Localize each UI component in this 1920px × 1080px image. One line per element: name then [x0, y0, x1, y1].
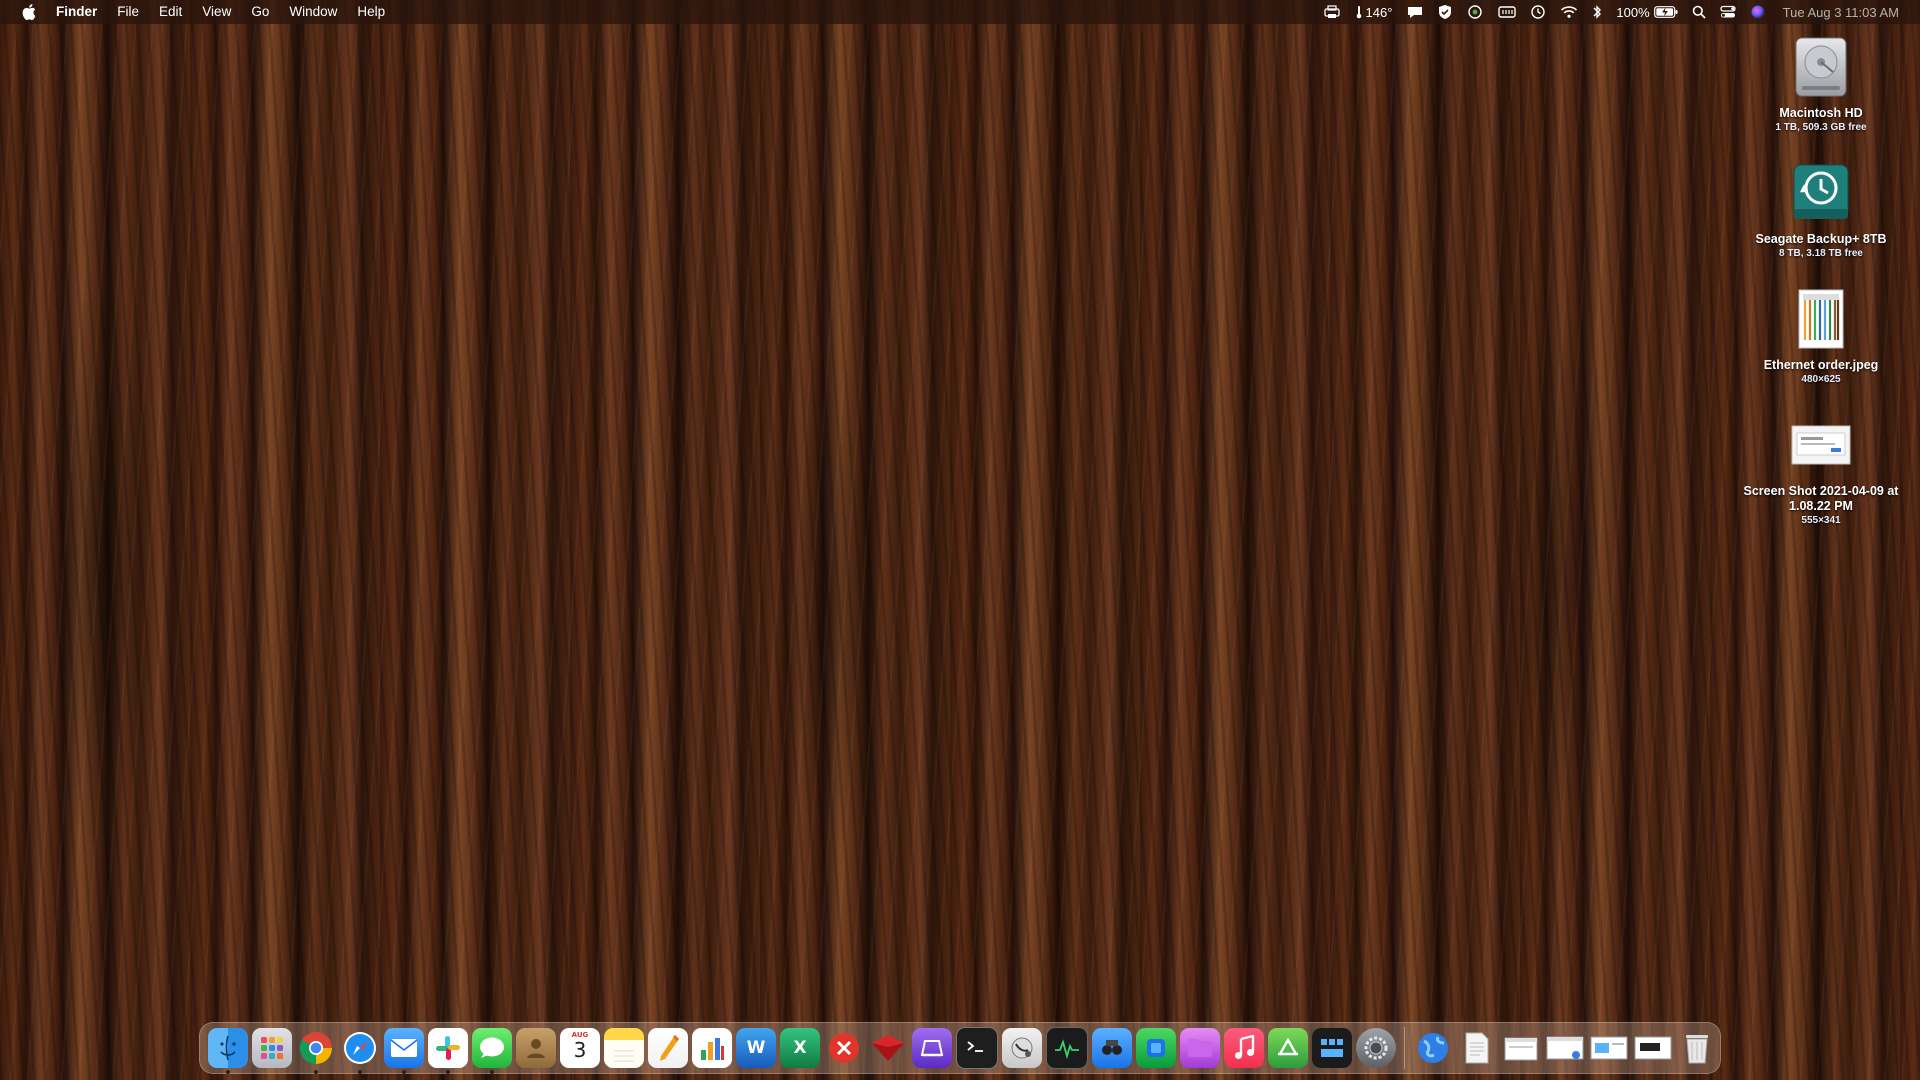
menubar-clock[interactable]: Tue Aug 3 11:03 AM	[1783, 0, 1899, 24]
hard-drive-icon	[1736, 32, 1906, 102]
messages-icon[interactable]	[472, 1028, 512, 1074]
notes-icon[interactable]	[604, 1028, 644, 1068]
desktop-icon-label: Screen Shot 2021-04-09 at 1.08.22 PM	[1743, 484, 1899, 513]
slack-icon[interactable]	[428, 1028, 468, 1074]
desktop-icon-seagate-backup[interactable]: Seagate Backup+ 8TB 8 TB, 3.18 TB free	[1736, 158, 1906, 259]
wifi-status-icon[interactable]	[1560, 0, 1578, 24]
menu-bar: Finder File Edit View Go Window Help 146…	[0, 0, 1920, 24]
temperature-status[interactable]: 146°	[1355, 0, 1393, 24]
chrome-icon[interactable]	[296, 1028, 336, 1074]
shield-status-icon[interactable]	[1438, 0, 1452, 24]
menu-view[interactable]: View	[192, 0, 241, 24]
database-icon[interactable]	[912, 1028, 952, 1068]
finder-icon[interactable]	[208, 1028, 248, 1074]
time-machine-drive-icon	[1736, 158, 1906, 228]
desktop-icon-macintosh-hd[interactable]: Macintosh HD 1 TB, 509.3 GB free	[1736, 32, 1906, 133]
trash-icon[interactable]	[1677, 1028, 1717, 1068]
window-stack-icon-4[interactable]	[1633, 1028, 1673, 1068]
desktop-icon-screen-shot[interactable]: Screen Shot 2021-04-09 at 1.08.22 PM 555…	[1736, 410, 1906, 526]
remote-desktop-icon[interactable]	[824, 1028, 864, 1068]
excel-icon[interactable]: X	[780, 1028, 820, 1068]
window-stack-icon-3[interactable]	[1589, 1028, 1629, 1068]
document-icon[interactable]	[1457, 1028, 1497, 1068]
control-center-icon[interactable]	[1719, 0, 1736, 24]
temperature-value: 146°	[1365, 4, 1393, 20]
time-machine-status-icon[interactable]	[1530, 0, 1546, 24]
numbers-icon[interactable]	[692, 1028, 732, 1068]
running-indicator	[358, 1070, 362, 1074]
menu-file[interactable]: File	[107, 0, 149, 24]
menu-go[interactable]: Go	[241, 0, 279, 24]
mission-control-icon[interactable]	[1312, 1028, 1352, 1068]
printer-status-icon[interactable]	[1323, 0, 1341, 24]
directory-utility-icon[interactable]	[1092, 1028, 1132, 1068]
launchpad-icon[interactable]	[252, 1028, 292, 1068]
mail-icon[interactable]	[384, 1028, 424, 1074]
menu-window[interactable]: Window	[279, 0, 347, 24]
disk-utility-icon[interactable]	[1002, 1028, 1042, 1068]
battery-percent: 100%	[1616, 4, 1650, 20]
window-stack-icon-1[interactable]	[1501, 1028, 1541, 1068]
running-indicator	[446, 1070, 450, 1074]
screen-time-icon[interactable]	[1136, 1028, 1176, 1068]
desktop-icon-info: 480×625	[1801, 374, 1841, 385]
image-file-icon	[1736, 284, 1906, 354]
word-icon[interactable]: W	[736, 1028, 776, 1068]
siri-icon[interactable]	[1750, 0, 1766, 24]
apple-menu-icon[interactable]	[20, 3, 38, 21]
desktop-icon-ethernet-order[interactable]: Ethernet order.jpeg 480×625	[1736, 284, 1906, 385]
running-indicator	[490, 1070, 494, 1074]
calendar-icon[interactable]: AUG 3	[560, 1028, 600, 1068]
desktop-icon-info: 555×341	[1801, 515, 1841, 526]
network-globe-icon[interactable]	[1413, 1028, 1453, 1068]
calendar-day: 3	[573, 1038, 587, 1062]
menu-help[interactable]: Help	[347, 0, 395, 24]
keyboard-status-icon[interactable]	[1498, 0, 1517, 24]
dock-separator	[1404, 1027, 1405, 1069]
network-monitor-status-icon[interactable]	[1466, 0, 1484, 24]
spotlight-search-icon[interactable]	[1692, 0, 1706, 24]
battery-charging-icon	[1653, 6, 1678, 18]
dock: AUG 3 W X	[199, 1022, 1721, 1074]
desktop-icon-label: Ethernet order.jpeg	[1763, 358, 1879, 372]
screenshot-file-icon	[1736, 410, 1906, 480]
contacts-icon[interactable]	[516, 1028, 556, 1068]
thermometer-icon	[1356, 6, 1361, 19]
running-indicator	[402, 1070, 406, 1074]
notification-status-icon[interactable]	[1406, 0, 1424, 24]
window-stack-icon-2[interactable]	[1545, 1028, 1585, 1068]
battery-status[interactable]: 100%	[1616, 0, 1678, 24]
menu-edit[interactable]: Edit	[149, 0, 192, 24]
desktop-icon-info: 1 TB, 509.3 GB free	[1775, 122, 1867, 133]
bluetooth-status-icon[interactable]	[1592, 0, 1602, 24]
app-store-icon[interactable]	[1268, 1028, 1308, 1068]
activity-monitor-icon[interactable]	[1046, 1027, 1088, 1069]
desktop-icon-label: Macintosh HD	[1779, 106, 1863, 120]
safari-icon[interactable]	[340, 1028, 380, 1074]
app-folder-icon[interactable]	[1180, 1028, 1220, 1068]
desktop-icon-info: 8 TB, 3.18 TB free	[1779, 248, 1863, 259]
excel-letter: X	[793, 1038, 807, 1058]
unknown-red-icon[interactable]	[868, 1028, 908, 1068]
terminal-icon[interactable]	[956, 1027, 998, 1069]
desktop-icon-label: Seagate Backup+ 8TB	[1755, 232, 1887, 246]
running-indicator	[314, 1070, 318, 1074]
wood-wallpaper	[0, 0, 1920, 1080]
music-icon[interactable]	[1224, 1028, 1264, 1068]
pages-icon[interactable]	[648, 1028, 688, 1068]
menu-app-finder[interactable]: Finder	[52, 0, 107, 24]
word-letter: W	[746, 1038, 766, 1058]
running-indicator	[226, 1070, 230, 1074]
system-preferences-icon[interactable]	[1356, 1028, 1396, 1068]
